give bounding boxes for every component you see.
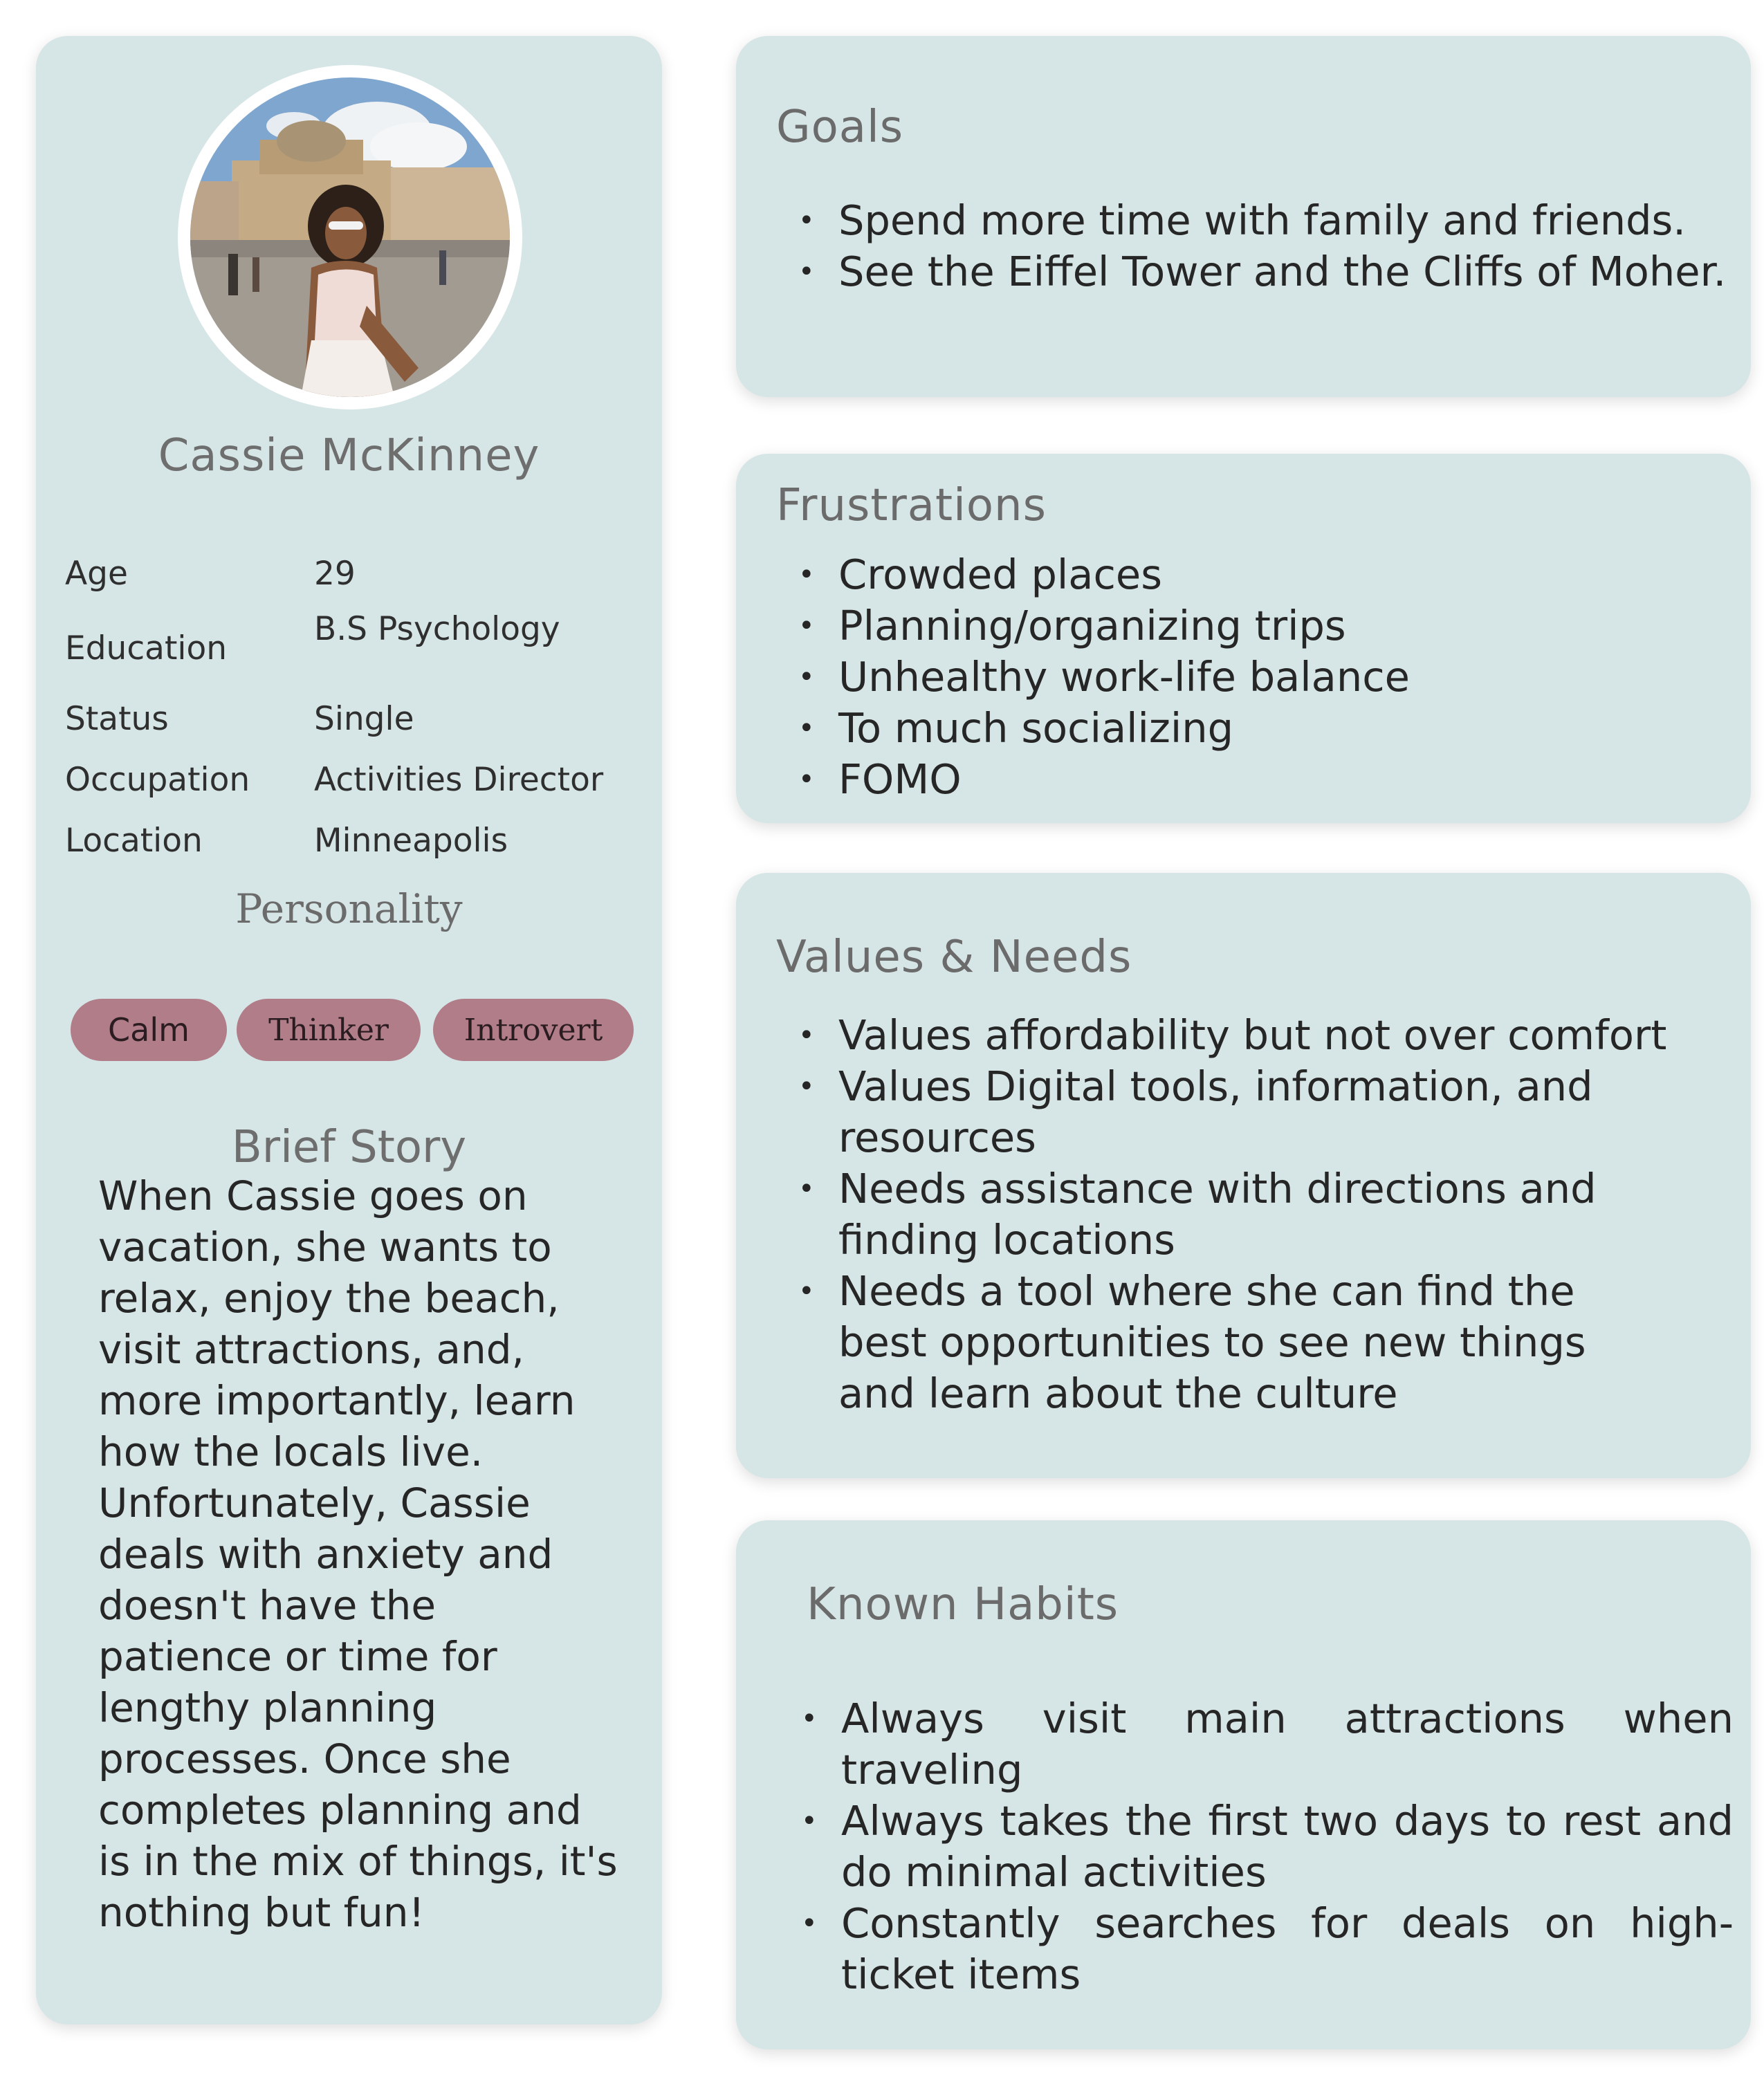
- values-needs-list: Values affordability but not over comfor…: [776, 1010, 1675, 1419]
- goals-title: Goals: [776, 102, 904, 153]
- list-item: Spend more time with family and friends.: [776, 195, 1731, 246]
- detail-value: B.S Psychology: [314, 610, 560, 648]
- avatar-ring: [178, 65, 522, 409]
- story-line: lengthy planning: [98, 1684, 437, 1731]
- frustrations-title: Frustrations: [776, 480, 1047, 531]
- story-line: is in the mix of things, it's: [98, 1838, 618, 1885]
- detail-label: Location: [65, 822, 203, 860]
- detail-value: Minneapolis: [314, 822, 508, 860]
- list-item: FOMO: [776, 754, 1731, 805]
- values-needs-title: Values & Needs: [776, 932, 1132, 983]
- story-line: how the locals live.: [98, 1428, 484, 1475]
- story-line: When Cassie goes on: [98, 1172, 528, 1219]
- profile-card: Cassie McKinney Age 29 Education B.S Psy…: [36, 36, 662, 2025]
- list-item: Always visit main attractions when trave…: [779, 1693, 1734, 1796]
- persona-name: Cassie McKinney: [158, 430, 540, 481]
- story-line: relax, enjoy the beach,: [98, 1275, 560, 1322]
- avatar: [190, 77, 510, 397]
- detail-label: Education: [65, 629, 227, 667]
- detail-value: Single: [314, 700, 414, 738]
- goals-card: Goals Spend more time with family and fr…: [736, 36, 1751, 397]
- list-item: Needs a tool where she can find the best…: [776, 1266, 1675, 1419]
- detail-label: Occupation: [65, 761, 250, 799]
- story-line: vacation, she wants to: [98, 1224, 552, 1271]
- story-title: Brief Story: [231, 1122, 467, 1173]
- story-line: visit attractions, and,: [98, 1326, 524, 1373]
- list-item: Unhealthy work-life balance: [776, 652, 1731, 703]
- habits-list: Always visit main attractions when trave…: [779, 1693, 1734, 2000]
- values-needs-card: Values & Needs Values affordability but …: [736, 873, 1751, 1478]
- list-item: Values affordability but not over comfor…: [776, 1010, 1675, 1061]
- trait-tag-thinker: Thinker: [237, 999, 421, 1061]
- trait-tag-introvert: Introvert: [433, 999, 634, 1061]
- detail-label: Status: [65, 700, 169, 738]
- habits-card: Known Habits Always visit main attractio…: [736, 1520, 1751, 2049]
- list-item: See the Eiffel Tower and the Cliffs of M…: [776, 246, 1731, 297]
- story-line: Unfortunately, Cassie: [98, 1479, 531, 1527]
- story-line: nothing but fun!: [98, 1889, 425, 1936]
- list-item: Always takes the first two days to rest …: [779, 1796, 1734, 1898]
- story-line: doesn't have the: [98, 1582, 437, 1629]
- frustrations-card: Frustrations Crowded places Planning/org…: [736, 454, 1751, 823]
- list-item: Constantly searches for deals on high-ti…: [779, 1898, 1734, 2000]
- story-line: completes planning and: [98, 1787, 582, 1834]
- story-line: deals with anxiety and: [98, 1531, 553, 1578]
- trait-tag-calm: Calm: [71, 999, 227, 1061]
- detail-value: Activities Director: [314, 761, 604, 799]
- list-item: Planning/organizing trips: [776, 600, 1731, 652]
- habits-title: Known Habits: [807, 1579, 1119, 1630]
- detail-label: Age: [65, 555, 128, 593]
- goals-list: Spend more time with family and friends.…: [776, 195, 1731, 297]
- story-line: patience or time for: [98, 1633, 497, 1680]
- story-text: When Cassie goes on vacation, she wants …: [98, 1170, 652, 1938]
- list-item: To much socializing: [776, 703, 1731, 754]
- detail-value: 29: [314, 555, 356, 593]
- frustrations-list: Crowded places Planning/organizing trips…: [776, 549, 1731, 805]
- avatar-photo: [190, 77, 510, 397]
- story-line: processes. Once she: [98, 1735, 511, 1782]
- list-item: Crowded places: [776, 549, 1731, 600]
- list-item: Needs assistance with directions and fin…: [776, 1163, 1675, 1266]
- list-item: Values Digital tools, information, and r…: [776, 1061, 1675, 1163]
- story-line: more importantly, learn: [98, 1377, 576, 1424]
- personality-title: Personality: [235, 885, 463, 932]
